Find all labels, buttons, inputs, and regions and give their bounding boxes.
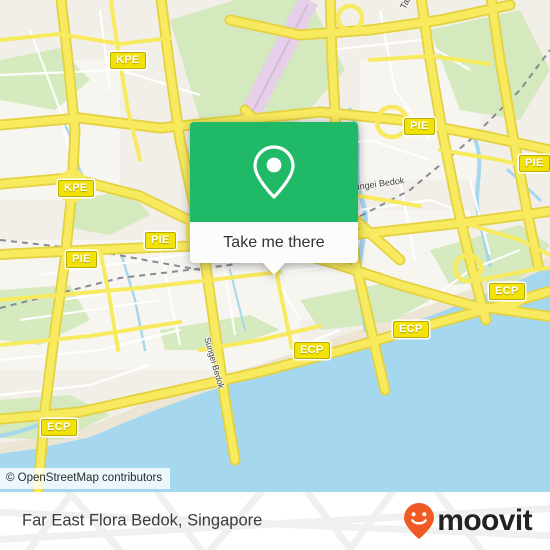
highway-shield: KPE xyxy=(110,52,146,69)
moovit-wordmark: moovit xyxy=(437,504,532,537)
map-canvas[interactable]: KPE KPE PIE PIE PIE PIE ECP ECP ECP ECP … xyxy=(0,0,550,492)
footer-bar: Far East Flora Bedok, Singapore moovit xyxy=(0,492,550,550)
highway-shield: KPE xyxy=(58,180,94,197)
highway-shield: ECP xyxy=(393,321,429,338)
moovit-logo[interactable]: moovit xyxy=(403,502,533,540)
highway-shield: ECP xyxy=(41,419,77,436)
highway-shield: ECP xyxy=(294,342,330,359)
popup-action-label: Take me there xyxy=(223,233,325,251)
osm-attribution[interactable]: © OpenStreetMap contributors xyxy=(0,468,171,489)
highway-shield: PIE xyxy=(519,155,550,172)
place-title: Far East Flora Bedok, Singapore xyxy=(22,511,263,530)
map-screenshot: KPE KPE PIE PIE PIE PIE ECP ECP ECP ECP … xyxy=(0,0,550,550)
destination-popup[interactable]: Take me there xyxy=(190,122,358,275)
highway-shield: ECP xyxy=(489,283,525,300)
moovit-pin-smile-icon xyxy=(404,503,435,539)
popup-tail xyxy=(263,263,285,275)
highway-shield: PIE xyxy=(145,232,176,249)
popup-pin-panel xyxy=(190,122,358,222)
popup-action-bar[interactable]: Take me there xyxy=(190,222,358,275)
location-pin-icon xyxy=(253,145,295,199)
highway-shield: PIE xyxy=(66,251,97,268)
highway-shield: PIE xyxy=(404,118,435,135)
